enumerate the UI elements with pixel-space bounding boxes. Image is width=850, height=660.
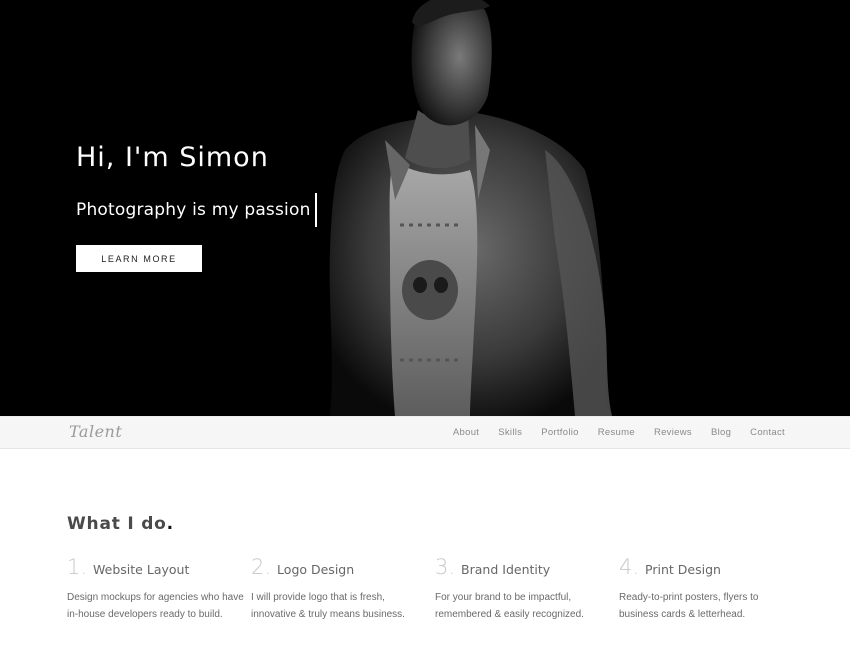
site-logo[interactable]: Talent xyxy=(69,422,122,441)
service-name: Logo Design xyxy=(277,562,355,577)
service-description-line: innovative & truly means business. xyxy=(251,609,405,620)
learn-more-button[interactable]: LEARN MORE xyxy=(76,245,202,272)
service-name: Print Design xyxy=(645,562,721,577)
typing-caret xyxy=(314,193,317,227)
service-description-line: For your brand to be impactful, xyxy=(435,592,572,603)
service-description-line: remembered & easily recognized. xyxy=(435,609,584,620)
nav-item-about[interactable]: About xyxy=(453,427,479,438)
service-description-line: Ready-to-print posters, flyers to xyxy=(619,592,759,603)
hero-subtitle-wrap: Photography is my passion xyxy=(76,193,317,227)
hero-title: Hi, I'm Simon xyxy=(76,142,269,173)
service-description: I will provide logo that is fresh, innov… xyxy=(251,589,431,623)
service-description: For your brand to be impactful, remember… xyxy=(435,589,615,623)
services-heading-text: What I do xyxy=(67,514,167,534)
service-number: 4. xyxy=(619,555,640,579)
nav-item-resume[interactable]: Resume xyxy=(598,427,635,438)
service-description-line: I will provide logo that is fresh, xyxy=(251,592,385,603)
nav-item-skills[interactable]: Skills xyxy=(498,427,522,438)
main-nav: About Skills Portfolio Resume Reviews Bl… xyxy=(434,417,785,448)
nav-item-blog[interactable]: Blog xyxy=(711,427,731,438)
service-logo-design: 2. Logo Design I will provide logo that … xyxy=(251,555,431,623)
service-number: 1. xyxy=(67,555,88,579)
nav-item-portfolio[interactable]: Portfolio xyxy=(541,427,579,438)
services-heading-dot: . xyxy=(166,514,174,534)
service-description-line: Design mockups for agencies who have xyxy=(67,592,244,603)
service-description: Design mockups for agencies who have in-… xyxy=(67,589,247,623)
navbar: Talent About Skills Portfolio Resume Rev… xyxy=(0,416,850,449)
nav-item-contact[interactable]: Contact xyxy=(750,427,785,438)
services-heading: What I do. xyxy=(67,514,174,534)
service-brand-identity: 3. Brand Identity For your brand to be i… xyxy=(435,555,615,623)
service-description: Ready-to-print posters, flyers to busine… xyxy=(619,589,799,623)
service-website-layout: 1. Website Layout Design mockups for age… xyxy=(67,555,247,623)
service-print-design: 4. Print Design Ready-to-print posters, … xyxy=(619,555,799,623)
hero-section: Hi, I'm Simon Photography is my passion … xyxy=(0,0,850,416)
service-number: 2. xyxy=(251,555,272,579)
service-name: Website Layout xyxy=(93,562,190,577)
service-number: 3. xyxy=(435,555,456,579)
service-description-line: business cards & letterhead. xyxy=(619,609,746,620)
service-name: Brand Identity xyxy=(461,562,551,577)
service-description-line: in-house developers ready to build. xyxy=(67,609,223,620)
nav-item-reviews[interactable]: Reviews xyxy=(654,427,692,438)
hero-subtitle: Photography is my passion xyxy=(76,200,311,220)
